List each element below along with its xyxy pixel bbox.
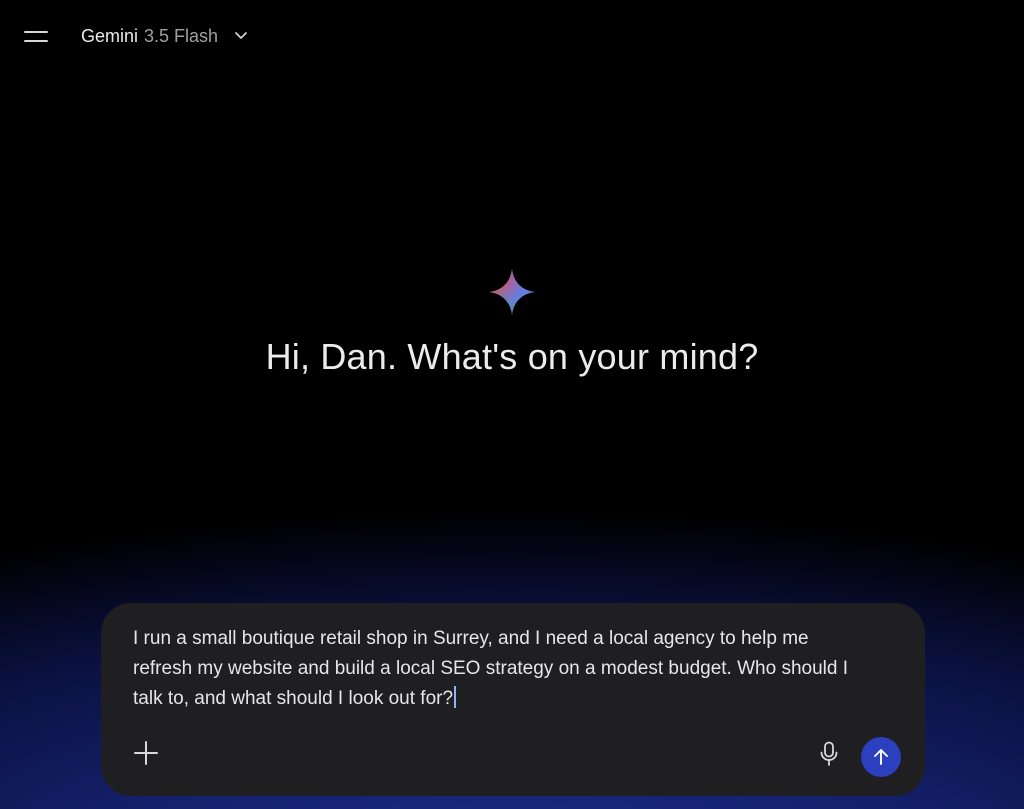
greeting-heading: Hi, Dan. What's on your mind?: [265, 336, 759, 377]
send-button[interactable]: [861, 737, 901, 777]
prompt-text: I run a small boutique retail shop in Su…: [133, 628, 848, 709]
welcome-section: Hi, Dan. What's on your mind?: [0, 268, 1024, 378]
gemini-sparkle-icon: [489, 269, 535, 315]
prompt-input[interactable]: I run a small boutique retail shop in Su…: [133, 624, 873, 714]
text-caret: [454, 686, 457, 708]
prompt-composer: I run a small boutique retail shop in Su…: [101, 603, 925, 796]
chevron-down-icon: [234, 31, 248, 41]
microphone-icon[interactable]: [814, 737, 844, 771]
plus-icon[interactable]: [129, 736, 163, 770]
arrow-up-icon: [874, 749, 888, 765]
top-bar: Gemini 3.5 Flash: [0, 0, 1024, 72]
model-version: 3.5 Flash: [144, 25, 219, 46]
model-selector[interactable]: Gemini 3.5 Flash: [81, 24, 248, 48]
hamburger-menu-icon[interactable]: [18, 20, 54, 52]
model-name: Gemini: [81, 25, 139, 46]
